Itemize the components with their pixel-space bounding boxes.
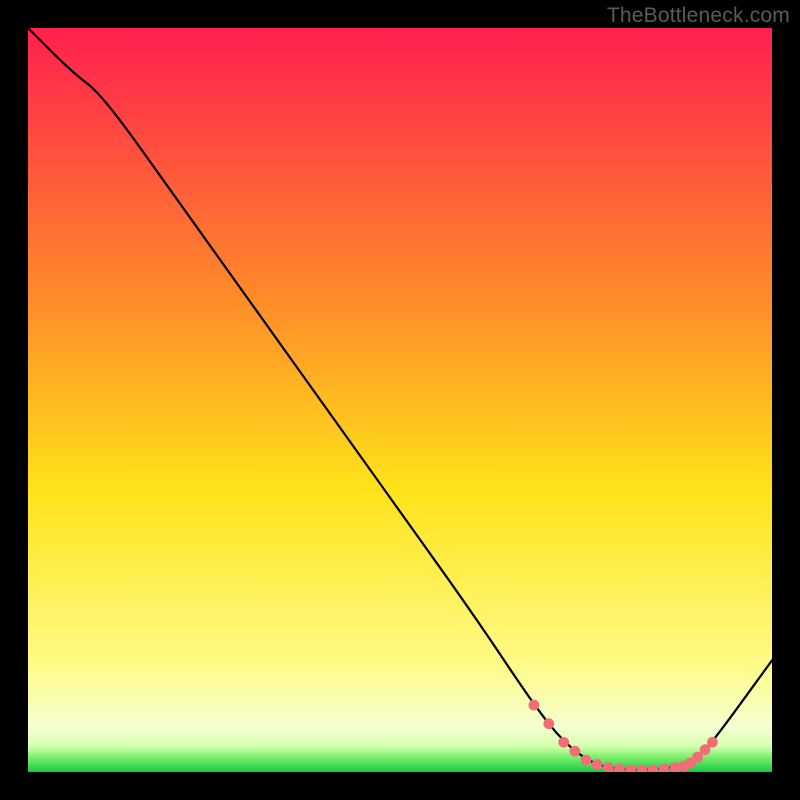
highlight-dot [543,718,554,729]
highlight-dot [558,737,569,748]
watermark-text: TheBottleneck.com [607,4,790,28]
highlight-dot [581,755,592,766]
highlight-dot [592,759,603,770]
gradient-background [28,28,772,772]
highlight-dot [569,746,580,757]
plot-area [28,28,772,772]
chart-svg [28,28,772,772]
chart-frame: TheBottleneck.com [0,0,800,800]
highlight-dot [707,737,718,748]
highlight-dot [529,700,540,711]
